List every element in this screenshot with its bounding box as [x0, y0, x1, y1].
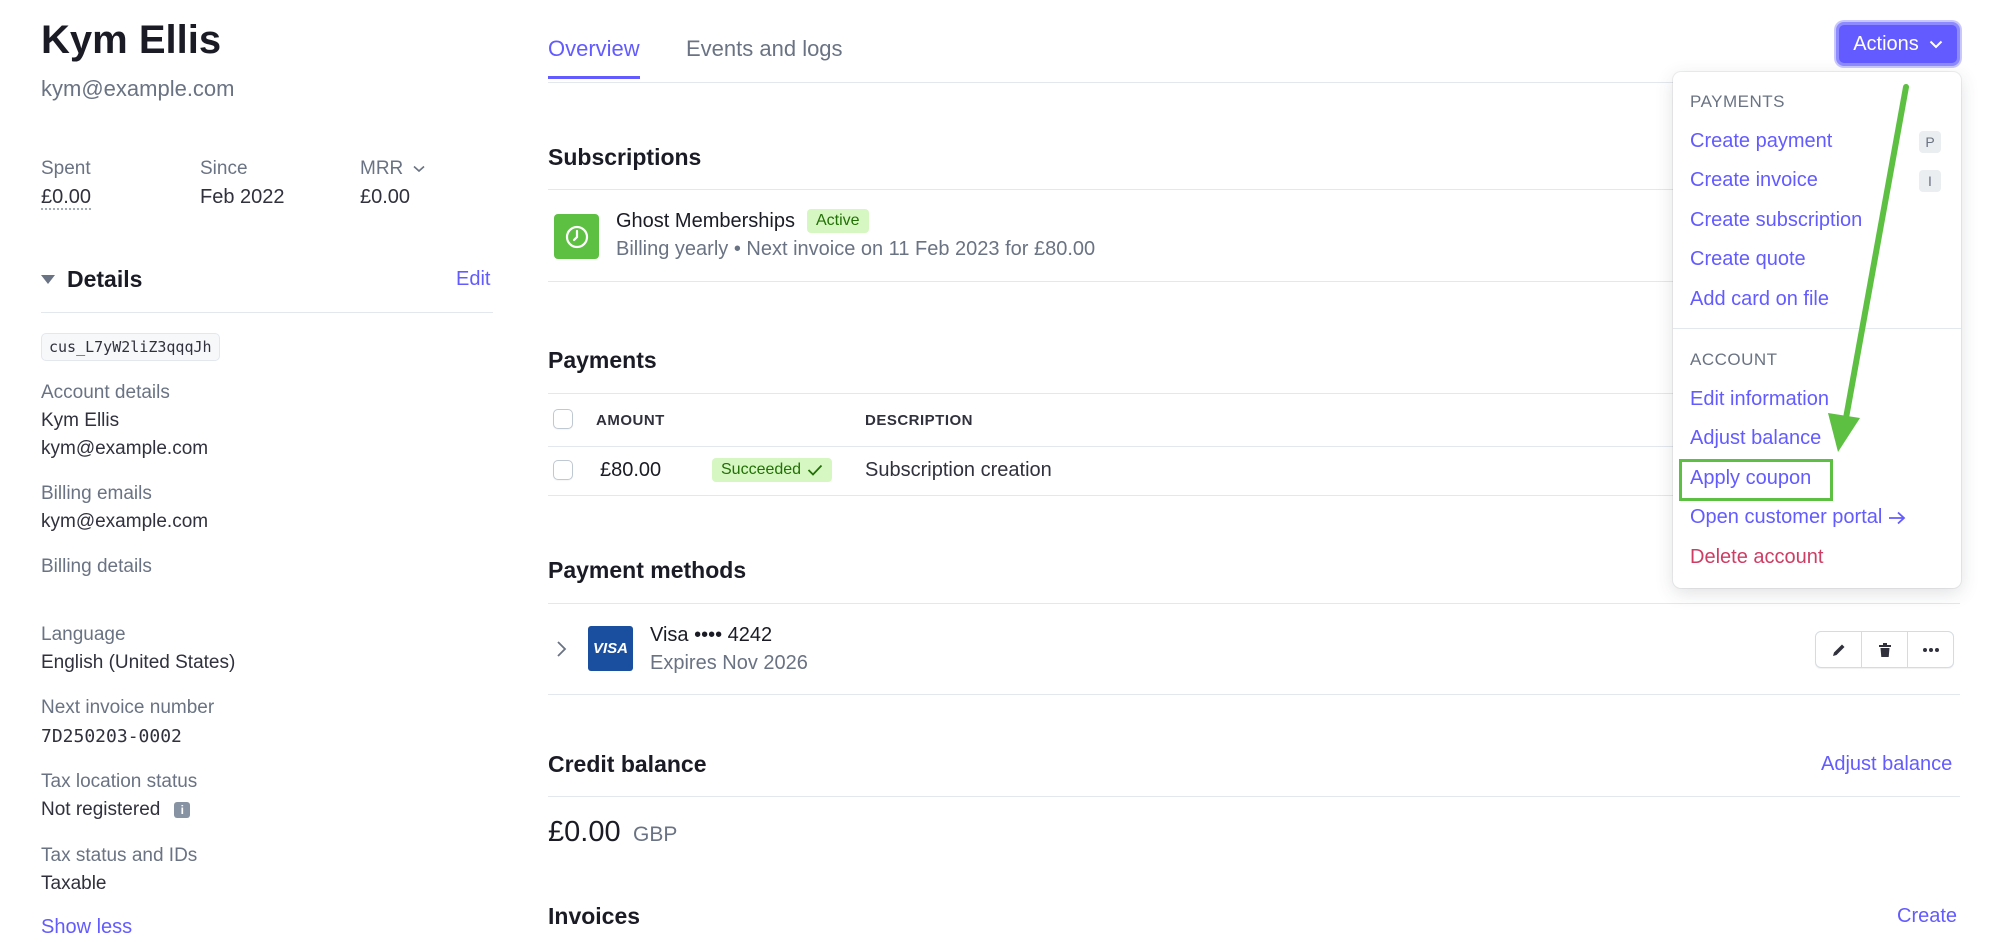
payment-method-expiry: Expires Nov 2026	[650, 652, 808, 674]
stat-spent-label: Spent	[41, 158, 91, 179]
actions-menu: PAYMENTS Create payment P Create invoice…	[1673, 72, 1961, 588]
next-invoice-number-value: 7D250203-0002	[41, 726, 182, 747]
details-divider	[41, 312, 493, 313]
actions-button-label: Actions	[1853, 32, 1919, 55]
trash-icon	[1878, 642, 1891, 657]
details-title: Details	[67, 266, 143, 292]
menu-item-create-quote[interactable]: Create quote	[1690, 248, 1806, 271]
more-button[interactable]	[1907, 632, 1953, 667]
credit-balance-title: Credit balance	[548, 751, 707, 777]
arrow-right-icon	[1889, 511, 1906, 524]
menu-item-edit-information[interactable]: Edit information	[1690, 388, 1829, 411]
tax-location-row: Not registered i	[41, 799, 191, 821]
caret-down-icon	[41, 275, 55, 284]
billing-email: kym@example.com	[41, 511, 209, 532]
invoices-title: Invoices	[548, 903, 641, 929]
tax-location-label: Tax location status	[41, 771, 198, 792]
credit-balance-amount: £0.00	[548, 816, 621, 848]
menu-item-open-customer-portal[interactable]: Open customer portal	[1690, 506, 1906, 529]
stat-spent-value[interactable]: £0.00	[41, 186, 92, 210]
subscription-name-row[interactable]: Ghost Memberships Active	[616, 209, 869, 233]
menu-item-adjust-balance[interactable]: Adjust balance	[1690, 427, 1821, 450]
stat-mrr-label-wrap[interactable]: MRR	[360, 158, 425, 180]
status-badge: Active	[806, 209, 869, 233]
tax-status-value: Taxable	[41, 873, 107, 894]
select-all-checkbox[interactable]	[553, 409, 573, 429]
chevron-down-icon	[1929, 40, 1943, 48]
details-toggle[interactable]: Details	[41, 266, 142, 293]
delete-button[interactable]	[1861, 632, 1907, 667]
adjust-balance-link[interactable]: Adjust balance	[1821, 753, 1952, 776]
tax-location-value: Not registered	[41, 799, 161, 820]
subscription-clock-icon	[554, 214, 599, 259]
menu-divider	[1673, 328, 1961, 329]
payments-title: Payments	[548, 347, 657, 373]
edit-details-link[interactable]: Edit	[456, 268, 490, 291]
tab-events-and-logs[interactable]: Events and logs	[686, 36, 843, 62]
shortcut-key: I	[1919, 170, 1941, 192]
subscriptions-title: Subscriptions	[548, 144, 702, 170]
menu-section-account: ACCOUNT	[1690, 350, 1778, 369]
column-header-description[interactable]: DESCRIPTION	[865, 412, 973, 429]
account-name: Kym Ellis	[41, 410, 120, 431]
language-value: English (United States)	[41, 652, 236, 673]
visa-card-icon: VISA	[588, 626, 633, 671]
menu-item-open-customer-portal-label: Open customer portal	[1690, 506, 1883, 528]
stat-since-value: Feb 2022	[200, 186, 285, 208]
payment-status-badge: Succeeded	[712, 458, 833, 482]
payment-methods-divider	[548, 603, 1960, 604]
create-invoice-link[interactable]: Create	[1897, 905, 1957, 928]
customer-id[interactable]: cus_L7yW2liZ3qqqJh	[41, 333, 220, 361]
chevron-down-icon	[413, 165, 425, 173]
payment-method-actions	[1815, 631, 1954, 668]
ellipsis-icon	[1922, 647, 1939, 652]
stat-mrr-value: £0.00	[360, 186, 411, 208]
pencil-icon	[1832, 644, 1844, 656]
subscription-billing-info: Billing yearly • Next invoice on 11 Feb …	[616, 238, 1095, 261]
menu-item-add-card[interactable]: Add card on file	[1690, 288, 1829, 311]
menu-item-create-subscription[interactable]: Create subscription	[1690, 209, 1862, 232]
subscription-billing: Billing yearly	[616, 238, 729, 260]
billing-emails-label: Billing emails	[41, 483, 152, 504]
shortcut-key: P	[1919, 131, 1941, 153]
payment-methods-title: Payment methods	[548, 557, 747, 583]
row-checkbox[interactable]	[553, 460, 573, 480]
checkmark-icon	[807, 464, 823, 476]
payment-method-name: Visa •••• 4242	[650, 624, 773, 646]
payment-description: Subscription creation	[865, 459, 1052, 481]
info-icon[interactable]: i	[174, 802, 191, 818]
next-invoice-number-label: Next invoice number	[41, 697, 215, 718]
show-less-link[interactable]: Show less	[41, 916, 132, 939]
payment-amount[interactable]: £80.00	[600, 459, 661, 482]
payment-status-text: Succeeded	[721, 461, 802, 478]
tax-status-label: Tax status and IDs	[41, 845, 198, 866]
language-label: Language	[41, 624, 126, 645]
column-header-amount[interactable]: AMOUNT	[596, 412, 665, 429]
edit-button[interactable]	[1816, 632, 1861, 667]
account-email: kym@example.com	[41, 438, 209, 459]
stat-since-label: Since	[200, 158, 248, 179]
menu-item-create-invoice[interactable]: Create invoice	[1690, 169, 1818, 192]
separator-dot: •	[728, 238, 747, 260]
credit-balance-divider	[548, 796, 1960, 797]
menu-item-delete-account[interactable]: Delete account	[1690, 546, 1823, 569]
actions-button[interactable]: Actions	[1836, 22, 1960, 66]
credit-balance-currency: GBP	[633, 823, 678, 846]
payment-methods-bottom-divider	[548, 694, 1960, 695]
menu-item-create-payment[interactable]: Create payment	[1690, 130, 1832, 153]
subscription-next-invoice: Next invoice on 11 Feb 2023 for £80.00	[746, 238, 1096, 260]
billing-details-label: Billing details	[41, 556, 152, 577]
customer-name: Kym Ellis	[41, 18, 222, 62]
subscription-name: Ghost Memberships	[616, 209, 795, 232]
annotation-highlight-box	[1679, 459, 1833, 501]
customer-email: kym@example.com	[41, 76, 235, 101]
tab-overview[interactable]: Overview	[548, 36, 640, 79]
menu-section-payments: PAYMENTS	[1690, 92, 1785, 111]
stat-mrr-label: MRR	[360, 158, 404, 179]
account-details-label: Account details	[41, 382, 170, 403]
chevron-right-icon[interactable]	[556, 640, 568, 658]
